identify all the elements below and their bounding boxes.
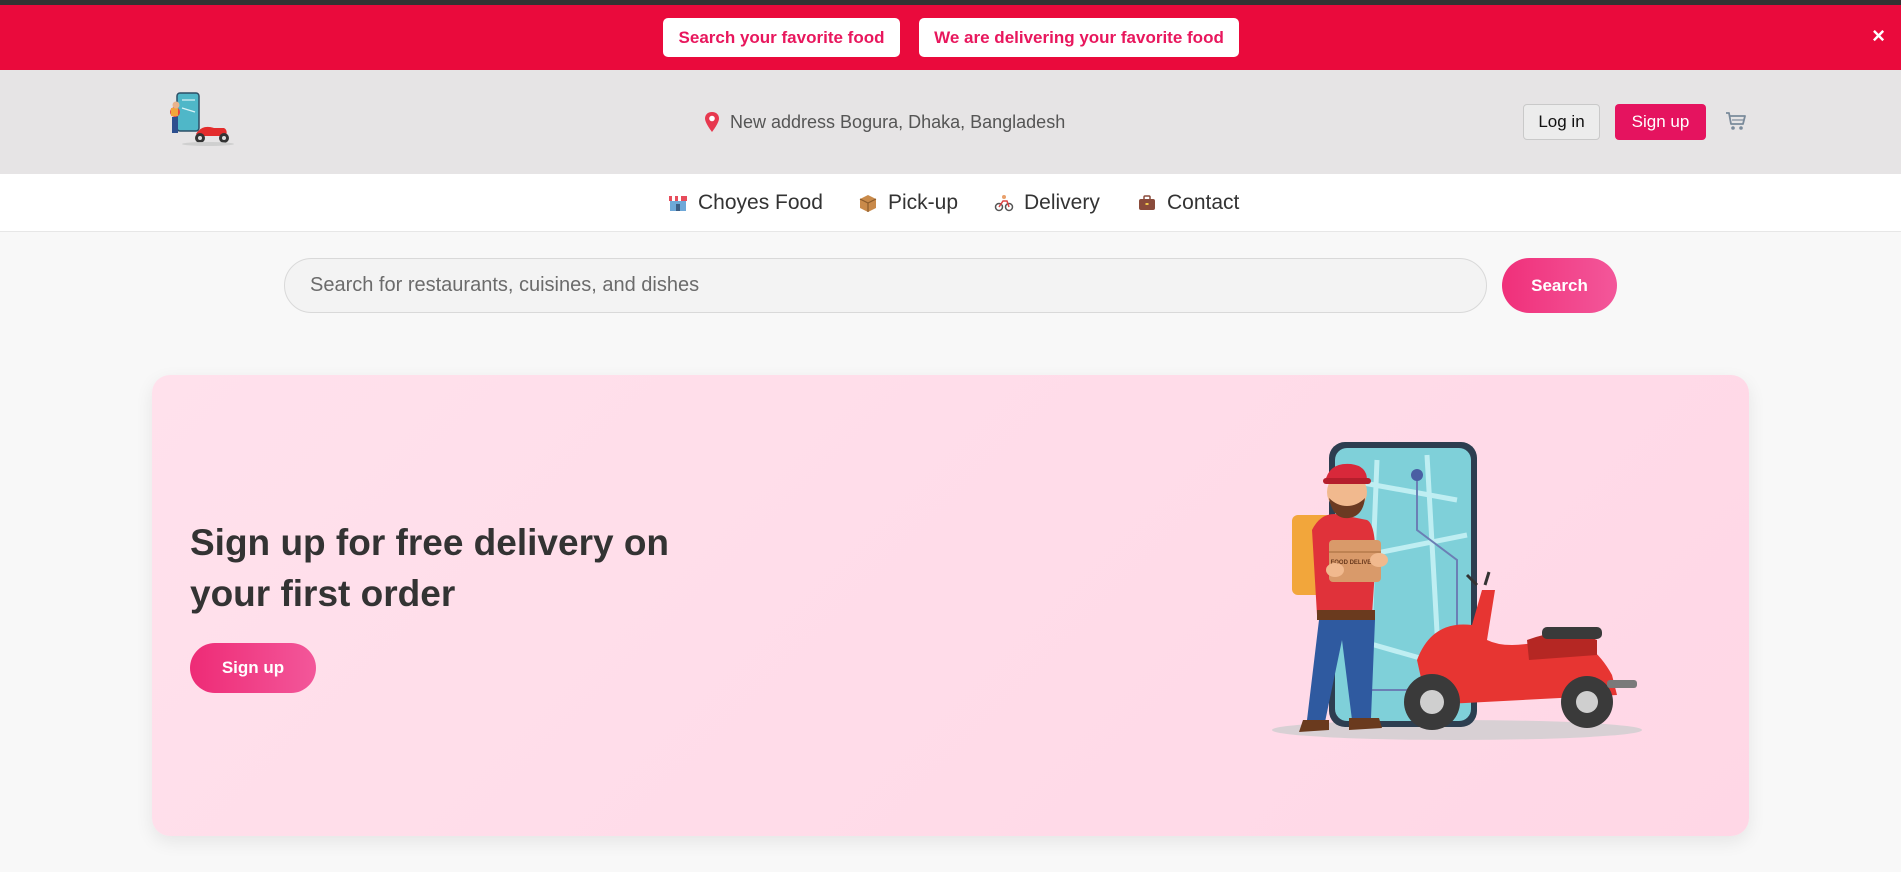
signup-hero-banner: Sign up for free delivery on your first …: [152, 375, 1749, 836]
hero-signup-button[interactable]: Sign up: [190, 643, 316, 693]
signup-button[interactable]: Sign up: [1615, 104, 1706, 140]
briefcase-icon: [1139, 195, 1155, 210]
delivery-address[interactable]: New address Bogura, Dhaka, Bangladesh: [703, 111, 1065, 133]
delivery-illustration: FOOD DELIVERY: [1272, 442, 1642, 740]
bicycle-icon: [994, 195, 1014, 212]
nav-item-contact[interactable]: Contact: [1137, 191, 1239, 215]
store-icon: [669, 196, 687, 211]
site-header: New address Bogura, Dhaka, Bangladesh Lo…: [0, 70, 1901, 174]
close-icon[interactable]: ×: [1872, 25, 1885, 47]
promo-bar: Search your favorite food We are deliver…: [0, 5, 1901, 70]
location-pin-icon: [705, 112, 719, 132]
nav-item-choyes-food[interactable]: Choyes Food: [668, 191, 823, 215]
nav-label: Choyes Food: [698, 191, 823, 214]
promo-search-pill[interactable]: Search your favorite food: [663, 18, 900, 57]
package-icon: [859, 195, 877, 212]
nav-item-pick-up[interactable]: Pick-up: [858, 191, 958, 215]
search-input[interactable]: [284, 258, 1487, 313]
nav-label: Delivery: [1024, 191, 1100, 214]
promo-delivery-pill[interactable]: We are delivering your favorite food: [919, 18, 1239, 57]
hero-title: Sign up for free delivery on your first …: [190, 522, 670, 614]
nav-item-delivery[interactable]: Delivery: [994, 191, 1100, 215]
main-nav: Choyes Food Pick-up Delivery Contact: [0, 174, 1901, 232]
logo[interactable]: [168, 90, 236, 148]
cart-icon[interactable]: [1724, 109, 1748, 133]
search-button[interactable]: Search: [1502, 258, 1617, 313]
nav-label: Contact: [1167, 191, 1240, 214]
address-text: New address Bogura, Dhaka, Bangladesh: [730, 111, 1066, 132]
nav-label: Pick-up: [888, 191, 959, 214]
login-button[interactable]: Log in: [1523, 104, 1600, 140]
